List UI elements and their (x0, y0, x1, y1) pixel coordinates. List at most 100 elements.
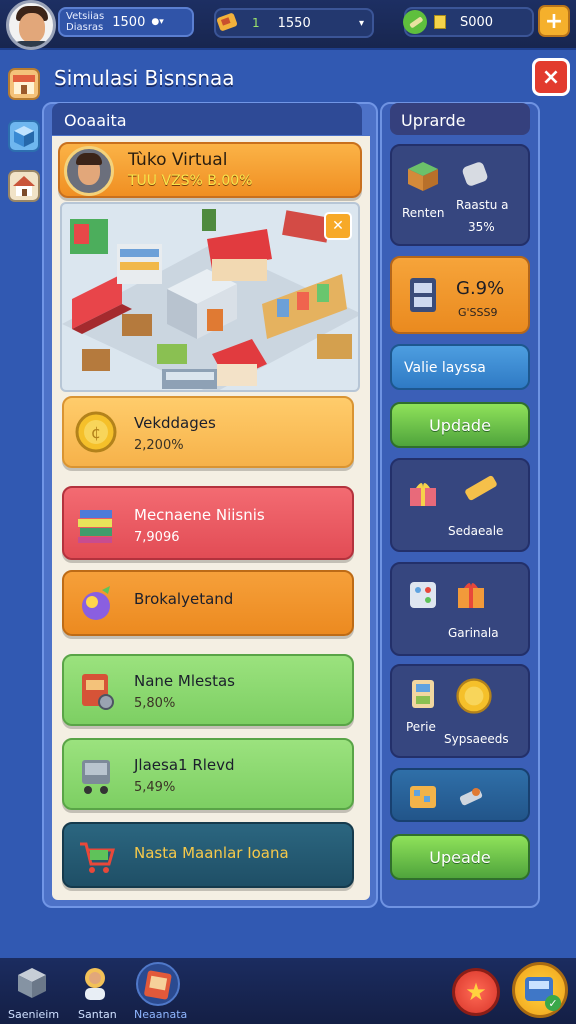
player-name-line2: Diasras (66, 22, 104, 33)
list-item[interactable]: Nane Mlestas 5,80% (62, 654, 354, 726)
upgrade-card[interactable]: Renten Raastu a 35% (390, 144, 530, 246)
market-icon (144, 970, 172, 1000)
item-title: Nane Mlestas (134, 672, 235, 690)
player-name-line1: Vetsiias (66, 11, 105, 22)
house-icon[interactable] (8, 170, 40, 202)
value-banner: Valie layssa (390, 344, 530, 390)
upgrade-button[interactable]: Upeade (390, 834, 530, 880)
cube-icon[interactable] (8, 120, 40, 152)
gift-icon (410, 483, 436, 506)
item-title: Mecnaene Niisnis (134, 506, 265, 524)
chevron-down-icon: ●▾ (151, 17, 164, 27)
close-icon: × (541, 64, 561, 90)
store-card[interactable]: Tùko Virtual TUU VZS% B.00% (58, 142, 362, 198)
player-info-pill[interactable]: Vetsiias Diasras 1500 ●▾ (58, 7, 194, 37)
upgrade-orange-line2: G'SSS9 (458, 306, 498, 319)
avatar-face (19, 13, 45, 43)
cash-action-button[interactable]: ✓ (512, 962, 568, 1018)
value-banner-text: Valie layssa (404, 360, 486, 376)
nav-item-staff-label: Santan (78, 1008, 117, 1021)
update-button-label: Updade (429, 415, 491, 435)
upgrade-card-right-line1: Raastu a (456, 198, 509, 212)
upgrade-card-right-label: Sypsaeeds (444, 732, 509, 746)
energy-pill[interactable]: 1 1550 ▾ (214, 8, 374, 38)
list-item[interactable]: Nasta Maanlar Ioana (62, 822, 354, 888)
star-button[interactable]: ★ (452, 968, 500, 1016)
checkout (162, 369, 217, 389)
item-value: 5,80% (134, 696, 176, 711)
close-button[interactable]: × (532, 58, 570, 96)
shelf-blue (117, 244, 162, 284)
add-currency-button[interactable]: + (538, 5, 570, 37)
gold-coin-icon (456, 678, 492, 714)
box-icon (408, 162, 438, 191)
energy-value: 1550 (277, 15, 311, 31)
energy-label: 1 (252, 16, 260, 30)
shopping-cart-icon (80, 842, 115, 873)
nav-item-market-label: Neaanata (134, 1008, 188, 1021)
svg-text:✓: ✓ (548, 997, 557, 1010)
upgrade-card-orange[interactable]: G.9% G'SSS9 (390, 256, 530, 334)
upgrade-card-label: Sedaeale (448, 524, 504, 538)
cash-register-icon: ✓ (525, 977, 561, 1011)
shop-icon[interactable] (8, 68, 40, 100)
item-value: 5,49% (134, 780, 176, 795)
item-title: Vekddages (134, 414, 216, 432)
upgrade-card[interactable]: Perie Sypsaeeds (390, 664, 530, 758)
wrench-icon (403, 10, 427, 34)
shop-scene (62, 209, 358, 390)
item-title: Brokalyetand (134, 590, 234, 608)
money-pill[interactable]: S000 (403, 7, 534, 37)
player-avatar[interactable] (6, 0, 56, 50)
player-coins: 1500 (112, 14, 146, 30)
candy-icon (82, 586, 110, 620)
nav-item-staff[interactable] (76, 964, 112, 1000)
upgrade-card-label: Garinala (448, 626, 499, 640)
upgrade-card-left-label: Perie (406, 720, 436, 734)
machine-icon (412, 680, 434, 708)
list-item[interactable]: Mecnaene Niisnis 7,9096 (62, 486, 354, 560)
coin-icon: ¢ (75, 411, 117, 453)
star-icon: ★ (465, 978, 487, 1006)
avatar-shirt (11, 41, 53, 47)
storage-icon (18, 968, 46, 998)
nav-item-market[interactable] (136, 962, 180, 1006)
store-avatar-icon (64, 146, 114, 196)
list-item[interactable]: ¢ Vekddages 2,200% (62, 396, 354, 468)
item-title: Jlaesa1 Rlevd (134, 756, 235, 774)
present-icon (458, 583, 484, 608)
left-tab-title: Ooaaita (52, 103, 362, 135)
list-item[interactable]: Jlaesa1 Rlevd 5,49% (62, 738, 354, 810)
upgrade-card-blue[interactable] (390, 768, 530, 822)
shop-illustration: ✕ (60, 202, 360, 392)
bar-icon (465, 475, 497, 501)
money-value: S000 (460, 14, 494, 30)
nav-item-storage-label: Saenieim (8, 1008, 60, 1021)
upgrade-title: Uprarde (390, 103, 530, 135)
item-value: 7,9096 (134, 530, 180, 545)
staff-icon (85, 968, 105, 1000)
cash-icon (434, 15, 446, 29)
dice-icon (410, 582, 436, 608)
list-item[interactable]: Brokalyetand (62, 570, 354, 636)
vending-icon (82, 674, 114, 710)
store-name: Tùko Virtual (128, 150, 228, 170)
bag-icon (462, 162, 488, 186)
update-button[interactable]: Updade (390, 402, 530, 448)
chevron-down-icon: ▾ (358, 17, 364, 29)
crate-icon (410, 786, 436, 808)
edit-shop-button[interactable]: ✕ (324, 212, 352, 240)
shop-glyph (13, 75, 35, 94)
tool-icon (459, 788, 483, 806)
nav-item-storage[interactable] (14, 964, 50, 998)
upgrade-card[interactable]: Sedaeale (390, 458, 530, 552)
plant (202, 209, 216, 231)
upgrade-button-label: Upeade (429, 847, 491, 867)
item-title: Nasta Maanlar Ioana (134, 844, 289, 862)
store-sub: TUU VZS% B.00% (128, 173, 253, 189)
svg-text:¢: ¢ (91, 423, 101, 442)
books-icon (78, 510, 112, 543)
hammer-icon: ✕ (332, 218, 344, 234)
page-title: Simulasi Bisnsnaa (54, 66, 235, 90)
upgrade-card[interactable]: Garinala (390, 562, 530, 656)
